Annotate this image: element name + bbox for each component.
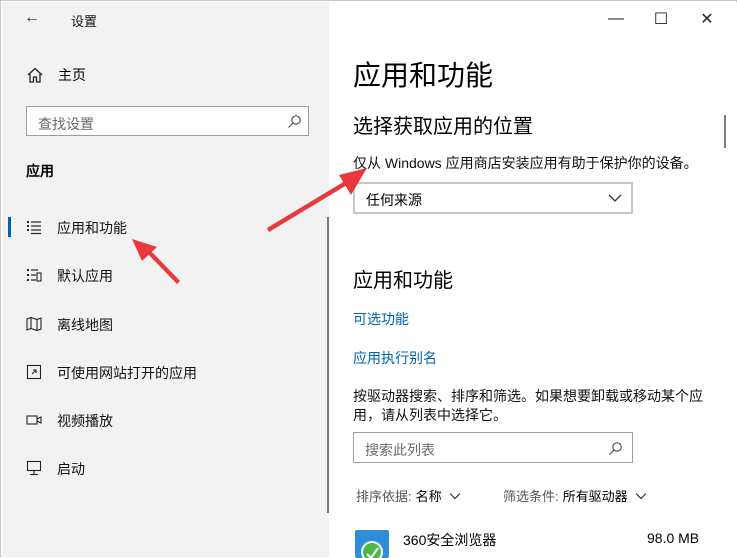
chevron-down-icon	[608, 194, 622, 202]
page-title: 应用和功能	[353, 60, 494, 91]
sidebar-item-startup[interactable]: 启动	[2, 453, 322, 483]
default-apps-icon	[27, 269, 42, 282]
sidebar-item-label: 离线地图	[57, 317, 113, 333]
search-icon[interactable]	[287, 114, 302, 129]
chevron-down-icon	[635, 492, 647, 499]
sidebar-item-apps-features[interactable]: 应用和功能	[2, 212, 322, 242]
filter-by-value: 所有驱动器	[562, 489, 628, 504]
selected-indicator	[8, 217, 11, 237]
sidebar-item-apps-for-websites[interactable]: 可使用网站打开的应用	[2, 357, 322, 387]
sort-by-dropdown[interactable]: 排序依据: 名称	[356, 486, 461, 505]
filter-by-dropdown[interactable]: 筛选条件: 所有驱动器	[503, 486, 647, 505]
app-execution-aliases-link[interactable]: 应用执行别名	[353, 348, 437, 368]
chevron-down-icon	[449, 492, 461, 499]
apps-features-icon	[27, 221, 41, 235]
app-list-item[interactable]: 360安全浏览器 98.0 MB	[351, 524, 731, 558]
sidebar-item-label: 默认应用	[57, 268, 113, 284]
apps-list-search-placeholder: 搜索此列表	[365, 442, 435, 458]
video-playback-icon	[26, 415, 42, 425]
apps-list-search-input[interactable]: 搜索此列表	[353, 432, 633, 463]
sidebar-item-label: 视频播放	[57, 413, 113, 429]
settings-window: ← 设置 主页 查找设置 应用 应用和功能 默认应用 离线地图 可使用网站打开的…	[0, 0, 737, 558]
apps-features-heading: 应用和功能	[353, 270, 453, 292]
sort-by-value: 名称	[415, 489, 442, 504]
filter-by-label: 筛选条件:	[503, 489, 559, 504]
sidebar-item-label: 启动	[57, 461, 85, 477]
app-size: 98.0 MB	[647, 530, 700, 546]
back-arrow-icon[interactable]: ←	[24, 9, 40, 27]
app-name: 360安全浏览器	[403, 532, 497, 548]
sidebar-item-offline-maps[interactable]: 离线地图	[2, 309, 322, 339]
sidebar-item-label: 应用和功能	[57, 220, 127, 236]
sidebar-item-default-apps[interactable]: 默认应用	[2, 260, 322, 290]
offline-maps-icon	[26, 316, 42, 332]
sort-by-label: 排序依据:	[356, 489, 412, 504]
sidebar-section-title: 应用	[26, 163, 54, 179]
settings-search-input[interactable]: 查找设置	[26, 106, 309, 136]
sidebar-item-video-playback[interactable]: 视频播放	[2, 405, 322, 435]
main-content: — ☐ ✕ 应用和功能 选择获取应用的位置 仅从 Windows 应用商店安装应…	[329, 2, 737, 558]
app-source-dropdown[interactable]: 任何来源	[353, 182, 633, 214]
startup-icon	[26, 460, 42, 476]
home-label: 主页	[58, 67, 86, 83]
main-scrollbar[interactable]	[724, 115, 726, 148]
browser-app-icon	[355, 530, 389, 558]
choose-location-heading: 选择获取应用的位置	[353, 116, 533, 138]
choose-location-description: 仅从 Windows 应用商店安装应用有助于保护你的设备。	[353, 155, 698, 171]
search-icon[interactable]	[608, 441, 623, 456]
apps-list-description: 按驱动器搜索、排序和筛选。如果想要卸载或移动某个应用，请从列表中选择它。	[353, 388, 703, 423]
maximize-button[interactable]: ☐	[649, 8, 673, 30]
app-source-value: 任何来源	[366, 192, 422, 208]
sidebar-item-home[interactable]: 主页	[26, 65, 86, 85]
close-button[interactable]: ✕	[695, 8, 719, 30]
sidebar-item-label: 可使用网站打开的应用	[57, 365, 197, 381]
settings-search-placeholder: 查找设置	[38, 116, 94, 132]
apps-for-websites-icon	[26, 364, 42, 380]
sidebar: ← 设置 主页 查找设置 应用 应用和功能 默认应用 离线地图 可使用网站打开的…	[2, 2, 329, 557]
window-title: 设置	[71, 14, 98, 29]
minimize-button[interactable]: —	[604, 8, 628, 30]
optional-features-link[interactable]: 可选功能	[353, 309, 409, 329]
home-icon	[27, 67, 43, 83]
